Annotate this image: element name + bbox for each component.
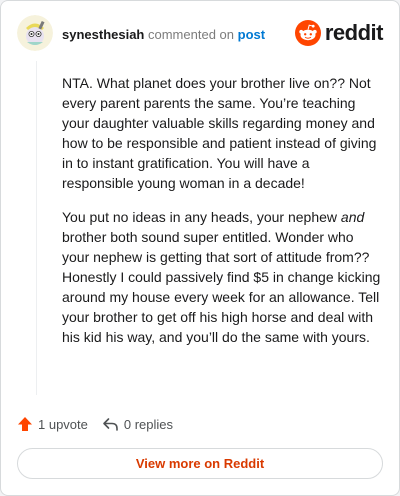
comment-emphasis: and <box>340 209 365 225</box>
upvote-stat[interactable]: 1 upvote <box>17 416 88 432</box>
embedded-comment-card: synesthesiah commented on post reddit NT… <box>0 0 400 496</box>
upvote-arrow-icon <box>18 417 32 431</box>
reddit-snoo-icon <box>294 20 321 46</box>
reply-arrow-icon <box>103 418 118 431</box>
upvote-count: 1 upvote <box>38 416 88 432</box>
comment-body: NTA. What planet does your brother live … <box>62 73 384 361</box>
comment-footer: 1 upvote 0 replies <box>17 413 187 435</box>
reddit-brand[interactable]: reddit <box>294 19 384 47</box>
view-more-button[interactable]: View more on Reddit <box>17 448 383 479</box>
comment-text: You put no ideas in any heads, your neph… <box>62 209 341 225</box>
post-link[interactable]: post <box>238 27 265 42</box>
avatar-icon <box>17 15 53 51</box>
comment-paragraph: You put no ideas in any heads, your neph… <box>62 207 384 347</box>
brand-wordmark: reddit <box>324 20 384 45</box>
thread-line <box>36 61 37 395</box>
comment-text: brother both sound super entitled. Wonde… <box>62 229 381 345</box>
comment-attribution: synesthesiah commented on post <box>62 27 265 43</box>
reply-count: 0 replies <box>123 416 174 432</box>
comment-header: synesthesiah commented on post reddit <box>17 13 384 57</box>
comment-paragraph: NTA. What planet does your brother live … <box>62 75 377 191</box>
action-text: commented on <box>148 27 234 42</box>
username-link[interactable]: synesthesiah <box>62 27 144 42</box>
avatar[interactable] <box>17 15 53 51</box>
reply-stat[interactable]: 0 replies <box>102 416 173 432</box>
